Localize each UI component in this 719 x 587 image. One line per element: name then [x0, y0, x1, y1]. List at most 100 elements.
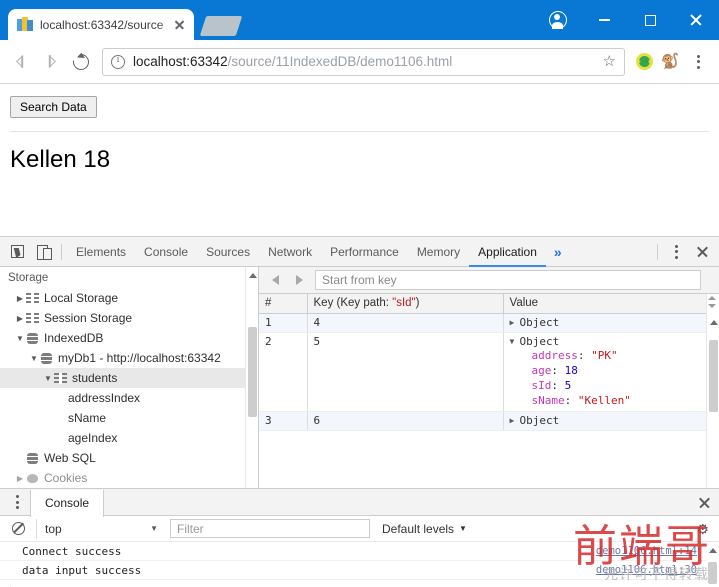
profile-button[interactable] — [535, 0, 581, 40]
page-info-icon[interactable] — [111, 54, 125, 69]
cell-index: 2 — [259, 332, 308, 412]
drawer-tab-console[interactable]: Console — [30, 489, 105, 517]
drawer-close-button[interactable] — [689, 489, 719, 515]
inspect-element-button[interactable] — [4, 239, 30, 265]
scrollbar-thumb[interactable] — [709, 340, 718, 412]
prev-page-button[interactable] — [263, 268, 287, 292]
tab-memory[interactable]: Memory — [408, 237, 469, 267]
console-scrollbar[interactable] — [706, 542, 719, 587]
sidebar-item-ageindex[interactable]: ageIndex — [0, 428, 258, 448]
column-header-value[interactable]: Value — [503, 294, 719, 314]
tab-performance[interactable]: Performance — [321, 237, 408, 267]
sidebar-item-addressindex[interactable]: addressIndex — [0, 388, 258, 408]
cell-value[interactable]: ▶ Object — [503, 411, 719, 431]
cell-key: 4 — [307, 313, 504, 333]
cell-key: 5 — [307, 332, 504, 412]
drawer-menu-button[interactable] — [4, 489, 30, 515]
minimize-button[interactable] — [581, 0, 627, 40]
table-row[interactable]: 3 6 ▶ Object — [259, 411, 719, 431]
more-tabs-chevron-icon[interactable]: » — [546, 244, 570, 260]
devtools-menu-button[interactable] — [663, 239, 689, 265]
property-name: sId — [531, 378, 552, 392]
extension-button-1[interactable] — [631, 47, 657, 77]
twisty-icon[interactable]: ▶ — [14, 474, 26, 483]
sidebar-item-local-storage[interactable]: ▶ Local Storage — [0, 288, 258, 308]
page-content: Search Data Kellen 18 — [0, 84, 719, 236]
twisty-icon[interactable]: ▶ — [14, 314, 26, 323]
column-header-key[interactable]: Key (Key path: "sId") — [307, 294, 504, 314]
next-page-button[interactable] — [287, 268, 311, 292]
sidebar-item-cookies[interactable]: ▶ Cookies — [0, 468, 258, 488]
console-settings-gear-icon[interactable]: ⚙ — [696, 522, 709, 536]
sidebar-item-indexeddb[interactable]: ▼ IndexedDB — [0, 328, 258, 348]
table-row[interactable]: 1 4 ▶ Object — [259, 313, 719, 333]
collapse-triangle-icon[interactable]: ▼ — [510, 335, 520, 348]
scroll-up-icon[interactable] — [710, 320, 718, 325]
twisty-icon[interactable]: ▼ — [14, 334, 26, 343]
search-data-button[interactable]: Search Data — [10, 96, 97, 118]
console-levels-select[interactable]: Default levels ▼ — [382, 522, 467, 536]
message-source-link[interactable]: demo1106.html:30 — [596, 564, 697, 576]
bookmark-star-icon[interactable]: ☆ — [603, 54, 616, 69]
sidebar-item-web-sql[interactable]: Web SQL — [0, 448, 258, 468]
console-prompt[interactable]: › — [0, 580, 719, 587]
reload-button[interactable] — [66, 47, 96, 77]
tab-sources[interactable]: Sources — [197, 237, 259, 267]
twisty-icon[interactable]: ▶ — [14, 294, 26, 303]
cell-value[interactable]: ▶ Object — [503, 313, 719, 333]
right-arrow-icon — [295, 275, 303, 285]
scroll-spinner-icon[interactable] — [707, 296, 718, 308]
scrollbar-thumb[interactable] — [708, 562, 717, 584]
minimize-icon — [598, 19, 610, 21]
sidebar-item-mydb1[interactable]: ▼ myDb1 - http://localhost:63342 — [0, 348, 258, 368]
tab-console[interactable]: Console — [135, 237, 197, 267]
scroll-up-icon[interactable] — [249, 273, 257, 278]
close-window-button[interactable] — [673, 0, 719, 40]
sidebar-item-students[interactable]: ▼ students — [0, 368, 258, 388]
sidebar-item-label: Session Storage — [44, 311, 133, 325]
column-header-index[interactable]: # — [259, 294, 308, 314]
browser-tab[interactable]: localhost:63342/source — [8, 9, 194, 40]
tab-close-icon[interactable] — [172, 17, 188, 33]
property-name: address — [531, 348, 578, 362]
twisty-icon[interactable]: ▼ — [42, 374, 54, 383]
address-bar[interactable]: localhost:63342/source/11IndexedDB/demo1… — [102, 47, 625, 76]
clear-console-button[interactable] — [4, 518, 32, 540]
toolbar-divider-2 — [657, 243, 658, 260]
start-from-key-input[interactable]: Start from key — [315, 270, 701, 290]
expand-triangle-icon[interactable]: ▶ — [510, 414, 520, 427]
browser-menu-button[interactable] — [683, 47, 713, 77]
forward-button[interactable] — [36, 47, 66, 77]
new-tab-button[interactable] — [199, 16, 243, 36]
device-toolbar-button[interactable] — [30, 239, 56, 265]
expand-triangle-icon[interactable]: ▶ — [510, 316, 520, 329]
console-filter-input[interactable]: Filter — [170, 519, 370, 538]
sidebar-item-session-storage[interactable]: ▶ Session Storage — [0, 308, 258, 328]
page-divider — [10, 131, 709, 132]
table-row[interactable]: 2 5 ▼ Object address: "PK" age: 18 sId: … — [259, 332, 719, 412]
message-text: data input success — [22, 563, 142, 577]
cell-index: 3 — [259, 411, 308, 431]
devtools-tabs: Elements Console Sources Network Perform… — [67, 237, 570, 267]
console-context-select[interactable]: top ▼ — [36, 518, 166, 539]
tab-network[interactable]: Network — [259, 237, 321, 267]
scrollbar-thumb[interactable] — [248, 327, 257, 417]
result-text: Kellen 18 — [10, 146, 111, 173]
twisty-icon[interactable]: ▼ — [28, 354, 40, 363]
close-icon — [689, 13, 703, 27]
message-source-link[interactable]: demo1106.html:14 — [596, 545, 697, 557]
devtools-close-button[interactable] — [689, 239, 715, 265]
site-favicon-icon — [17, 16, 33, 33]
tab-application[interactable]: Application — [469, 237, 546, 267]
sidebar-item-sname[interactable]: sName — [0, 408, 258, 428]
sidebar-item-label: sName — [68, 411, 107, 425]
scroll-up-icon[interactable] — [709, 548, 717, 553]
key-header-suffix: ) — [415, 296, 420, 309]
cell-value[interactable]: ▼ Object address: "PK" age: 18 sId: 5 sN… — [503, 332, 719, 412]
back-button[interactable] — [6, 47, 36, 77]
tab-elements[interactable]: Elements — [67, 237, 135, 267]
forward-arrow-icon — [43, 55, 56, 68]
extension-button-evernote[interactable]: 🐒 — [657, 47, 683, 77]
object-properties: address: "PK" age: 18 sId: 5 sName: "Kel… — [510, 348, 719, 408]
maximize-button[interactable] — [627, 0, 673, 40]
